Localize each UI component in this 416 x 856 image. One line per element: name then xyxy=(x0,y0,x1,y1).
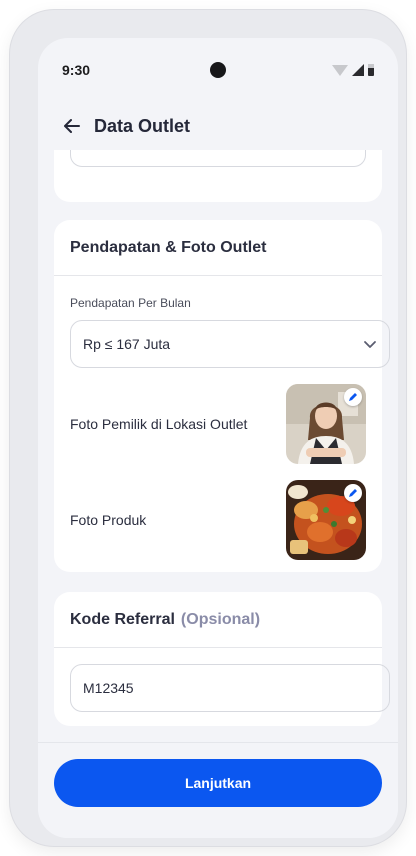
back-button[interactable] xyxy=(60,114,84,138)
product-photo-label: Foto Produk xyxy=(70,512,147,528)
income-label: Pendapatan Per Bulan xyxy=(70,296,191,310)
referral-title: Kode Referral xyxy=(70,610,175,628)
page-title: Data Outlet xyxy=(94,115,191,136)
referral-card: Kode Referral (Opsional) M12345 xyxy=(54,592,390,726)
camera-cutout xyxy=(210,62,226,78)
previous-section-card xyxy=(54,150,382,202)
referral-section-title: Kode Referral (Opsional) xyxy=(54,592,382,648)
status-bar: 9:30 xyxy=(38,38,398,102)
referral-code-input[interactable]: M12345 xyxy=(70,664,390,712)
signal-icon xyxy=(352,64,364,76)
previous-input-field[interactable] xyxy=(70,150,366,167)
product-photo-row: Foto Produk xyxy=(70,480,366,560)
product-photo-thumbnail[interactable] xyxy=(286,480,366,560)
form-content[interactable]: Pendapatan & Foto Outlet Pendapatan Per … xyxy=(38,150,398,742)
arrow-left-icon xyxy=(64,119,80,133)
owner-photo-thumbnail[interactable] xyxy=(286,384,366,464)
income-select-value: Rp ≤ 167 Juta xyxy=(83,336,171,352)
income-select[interactable]: Rp ≤ 167 Juta xyxy=(70,320,390,368)
status-icons xyxy=(332,64,374,76)
battery-icon xyxy=(368,64,374,76)
app-bar: Data Outlet xyxy=(38,102,398,150)
chevron-down-icon xyxy=(364,341,376,348)
continue-button[interactable]: Lanjutkan xyxy=(54,759,382,807)
edit-owner-photo-button[interactable] xyxy=(344,388,362,406)
income-photo-card: Pendapatan & Foto Outlet Pendapatan Per … xyxy=(54,220,390,572)
pencil-icon xyxy=(349,489,357,497)
edit-product-photo-button[interactable] xyxy=(344,484,362,502)
footer: Lanjutkan xyxy=(38,742,398,838)
device-frame: 9:30 Data Outlet Pendapatan & Foto Outle… xyxy=(10,10,406,846)
owner-photo-label: Foto Pemilik di Lokasi Outlet xyxy=(70,416,248,432)
income-section-title: Pendapatan & Foto Outlet xyxy=(54,220,382,276)
app-screen: 9:30 Data Outlet Pendapatan & Foto Outle… xyxy=(38,38,398,838)
owner-photo-row: Foto Pemilik di Lokasi Outlet xyxy=(70,384,366,464)
pencil-icon xyxy=(349,393,357,401)
referral-optional-label: (Opsional) xyxy=(180,610,261,628)
wifi-icon xyxy=(332,65,348,76)
status-time: 9:30 xyxy=(62,62,91,78)
